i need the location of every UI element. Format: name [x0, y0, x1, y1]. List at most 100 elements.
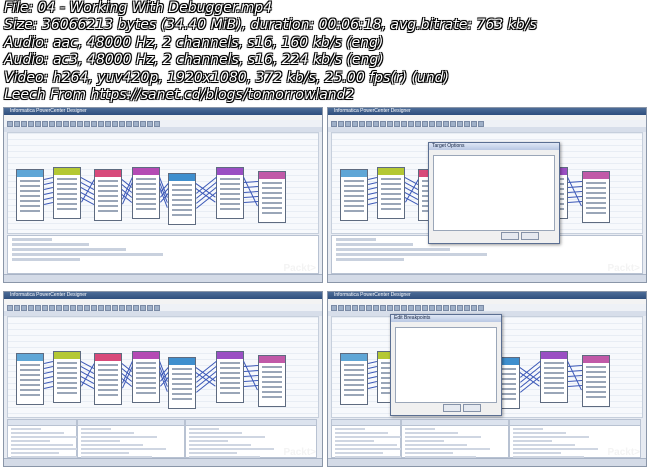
dialog-title: Target Options [429, 143, 559, 150]
panel-line [189, 444, 251, 446]
node-port-row [586, 386, 606, 388]
panel-header [510, 420, 640, 426]
node-port-row [57, 198, 77, 200]
dialog-title: Edit Breakpoints [391, 315, 501, 322]
node-port-row [98, 369, 118, 371]
node-port-row [57, 188, 77, 190]
panel-line [405, 452, 453, 454]
node-port-row [586, 366, 606, 368]
panel-line [11, 436, 87, 438]
node-port-row [344, 180, 364, 182]
node-port-row [586, 391, 606, 393]
status-bar [328, 458, 646, 466]
port-link [44, 187, 54, 190]
node-port-row [98, 180, 118, 182]
node-port-row [220, 362, 240, 364]
node-port-row [344, 384, 364, 386]
node-header [169, 174, 195, 181]
node-port-row [136, 387, 156, 389]
node-port-row [136, 203, 156, 205]
transformation-node [53, 167, 81, 219]
node-port-row [262, 202, 282, 204]
panel-line [513, 440, 552, 442]
transformation-node [216, 351, 244, 403]
port-link [368, 192, 378, 195]
node-port-row [220, 203, 240, 205]
node-port-row [220, 372, 240, 374]
node-port-row [98, 384, 118, 386]
node-header [217, 168, 243, 175]
panel-line [11, 440, 50, 442]
panel-line [335, 440, 374, 442]
node-port-row [20, 369, 40, 371]
node-port-row [344, 374, 364, 376]
mapping-canvas [7, 132, 319, 234]
transformation-node [16, 353, 44, 405]
dialog-body [433, 155, 555, 231]
transformation-node [582, 171, 610, 223]
packt-watermark: Packt> [283, 447, 316, 458]
node-port-row [136, 208, 156, 210]
panel-header [186, 420, 316, 426]
port-link [44, 177, 54, 180]
node-port-row [172, 393, 192, 395]
transformation-node [540, 351, 568, 403]
port-link [368, 187, 378, 190]
transformation-node [340, 353, 368, 405]
node-port-row [586, 371, 606, 373]
panel-line [335, 428, 365, 430]
dialog-cancel-button [463, 404, 481, 412]
panel-line [81, 436, 157, 438]
window-title: Informatica PowerCenter Designer [4, 292, 322, 299]
node-port-row [544, 382, 564, 384]
port-link [44, 192, 54, 195]
node-port-row [20, 200, 40, 202]
panel-line [513, 432, 566, 434]
node-port-row [136, 377, 156, 379]
thumbnail-2: Informatica PowerCenter Designer Packt> Ta… [327, 107, 647, 283]
port-link [44, 197, 54, 200]
dialog-body [395, 327, 497, 403]
port-link [368, 182, 378, 185]
node-header [583, 356, 609, 363]
panel-header [402, 420, 508, 426]
node-port-row [57, 382, 77, 384]
node-port-row [220, 183, 240, 185]
dialog-ok-button [443, 404, 461, 412]
port-link [44, 381, 54, 384]
node-port-row [344, 190, 364, 192]
panel-line [11, 452, 59, 454]
transformation-node [340, 169, 368, 221]
port-link [368, 381, 378, 384]
node-port-row [57, 208, 77, 210]
transformation-node [258, 355, 286, 407]
transformation-node [94, 169, 122, 221]
output-line [336, 258, 404, 261]
output-window [7, 235, 319, 274]
node-port-row [220, 208, 240, 210]
node-header [95, 354, 121, 361]
node-port-row [220, 367, 240, 369]
node-port-row [98, 200, 118, 202]
panel-line [189, 436, 265, 438]
dialog-cancel-button [521, 232, 539, 240]
node-header [169, 358, 195, 365]
node-port-row [20, 205, 40, 207]
transformation-node [132, 351, 160, 403]
port-link [568, 365, 583, 367]
node-header [541, 352, 567, 359]
node-port-row [262, 366, 282, 368]
port-link [368, 386, 378, 389]
panel-line [513, 452, 561, 454]
node-port-row [20, 180, 40, 182]
node-port-row [544, 372, 564, 374]
node-port-row [344, 205, 364, 207]
node-port-row [220, 178, 240, 180]
node-port-row [136, 193, 156, 195]
panel-line [335, 444, 397, 446]
port-link [368, 197, 378, 200]
node-port-row [262, 371, 282, 373]
panel-line [335, 432, 388, 434]
output-line [12, 248, 126, 251]
node-port-row [262, 391, 282, 393]
